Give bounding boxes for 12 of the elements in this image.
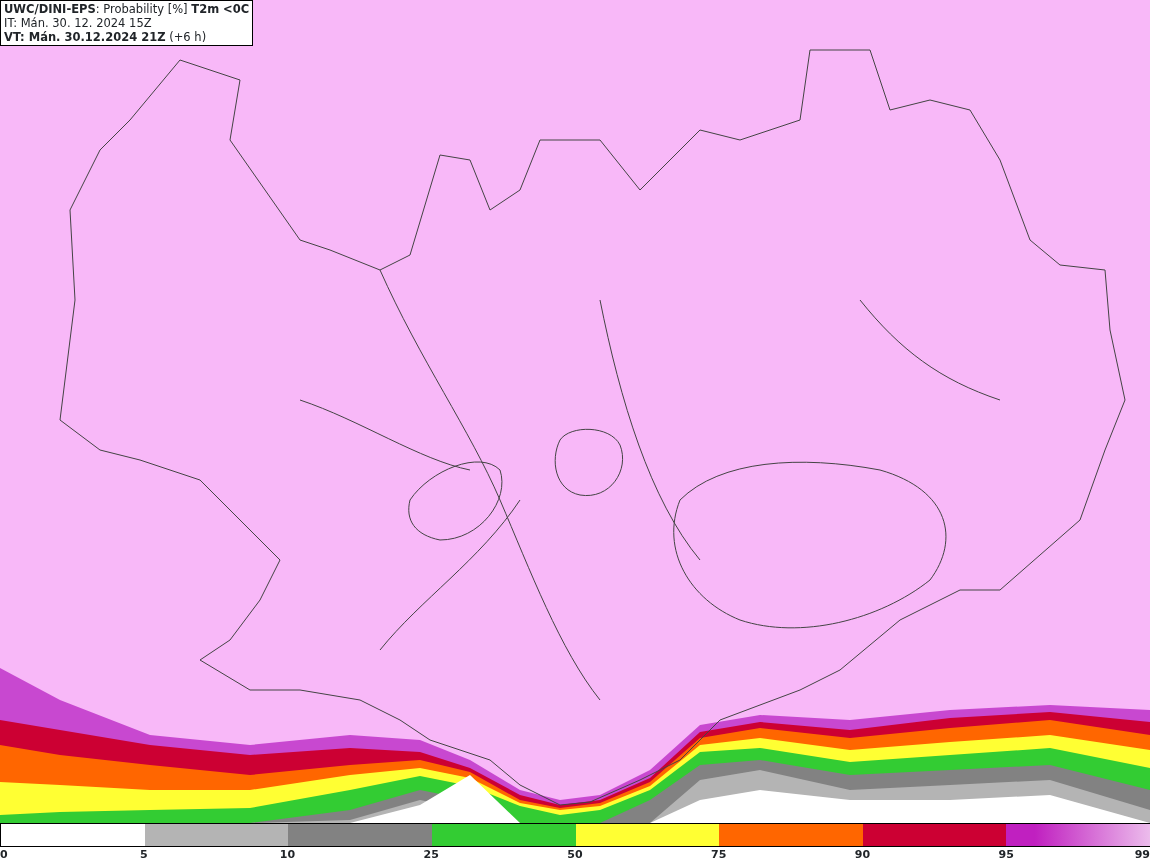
valid-time: VT: Mán. 30.12.2024 21Z (+6 h) xyxy=(4,30,208,44)
legend-tick-label: 99 xyxy=(1134,847,1150,862)
legend-tick-label: 5 xyxy=(139,847,148,862)
initial-time: IT: Mán. 30. 12. 2024 15Z xyxy=(4,16,153,30)
legend-tick-label: 0 xyxy=(0,847,8,862)
legend-tick-label: 90 xyxy=(854,847,871,862)
legend-tick-label: 25 xyxy=(423,847,439,862)
legend-tick-label: 10 xyxy=(279,847,296,862)
legend-tick-label: 75 xyxy=(711,847,727,862)
legend-tick-label: 95 xyxy=(998,847,1014,862)
legend-tick-label: 50 xyxy=(567,847,583,862)
map-title: UWC/DINI-EPS: Probability [%] T2m <0C xyxy=(4,2,250,16)
